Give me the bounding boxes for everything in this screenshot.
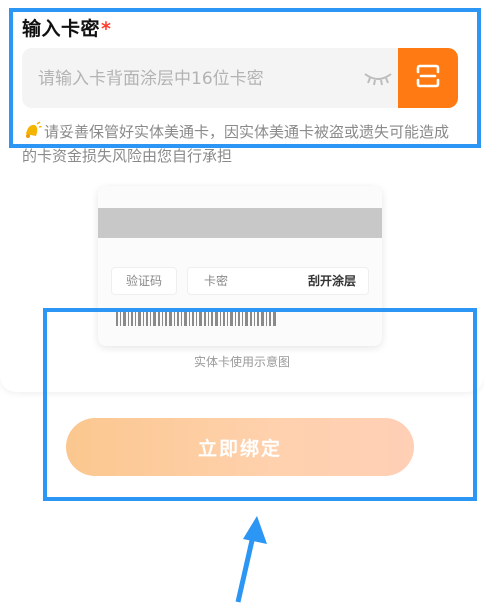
pin-label: 卡密 [204,274,229,288]
annotation-arrow-icon [235,516,267,603]
scan-button[interactable] [398,48,458,108]
sample-card-illustration: 验证码 卡密 刮开涂层 [98,186,382,346]
card-input-panel: 输入卡密* 请输入卡背面涂层中16位卡密 请妥善保管好实体美通卡，因实体美通卡被… [0,0,484,392]
required-mark: * [101,18,112,40]
card-pin-input-box [22,48,458,108]
card-pin-field: 卡密 刮开涂层 [188,268,368,294]
verify-code-label: 验证码 [125,274,162,288]
tip-text: 请妥善保管好实体美通卡，因实体美通卡被盗或遗失可能造成的卡资金损失风险由您自行承… [22,123,450,165]
bell-icon [22,120,42,146]
scratch-label: 刮开涂层 [307,274,356,288]
card-pin-input[interactable] [36,48,340,108]
magnetic-stripe [98,208,382,238]
safety-tip: 请妥善保管好实体美通卡，因实体美通卡被盗或遗失可能造成的卡资金损失风险由您自行承… [22,120,462,167]
sample-card-caption: 实体卡使用示意图 [193,355,290,369]
verify-code-field: 验证码 [112,268,176,294]
eye-closed-icon[interactable] [362,68,394,88]
bind-now-button[interactable]: 立即绑定 [66,418,414,476]
title-text: 输入卡密 [22,18,101,40]
section-title: 输入卡密* [22,14,111,41]
barcode-graphic [116,312,276,326]
scan-icon [415,63,441,93]
